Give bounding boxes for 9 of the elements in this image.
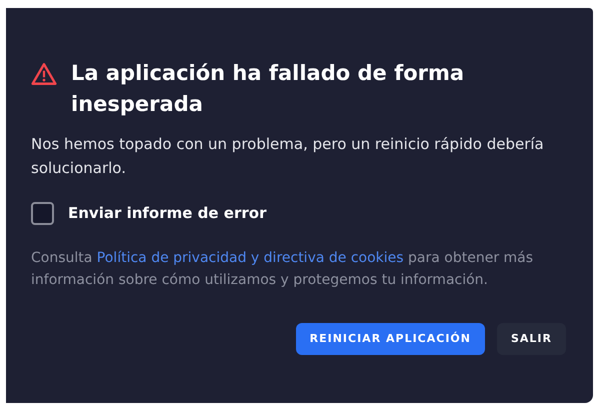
privacy-notice: Consulta Política de privacidad y directiva de cookies para obtener más información sobre cómo utilizamos y protegemos tu información. <box>31 249 534 290</box>
privacy-policy-link[interactable]: Política de privacidad y directiva de cookies <box>96 250 404 266</box>
dialog-title: La aplicación ha fallado de forma inesperada <box>71 60 466 118</box>
report-checkbox[interactable] <box>31 202 54 225</box>
restart-button[interactable]: REINICIAR APLICACIÓN <box>296 323 485 355</box>
exit-button[interactable]: SALIR <box>496 323 566 355</box>
error-message: Nos hemos topado con un problema, pero un reinicio rápido debería solucionarlo. <box>31 134 545 179</box>
warning-icon <box>31 62 57 86</box>
checkbox-label: Enviar informe de error <box>68 203 266 224</box>
